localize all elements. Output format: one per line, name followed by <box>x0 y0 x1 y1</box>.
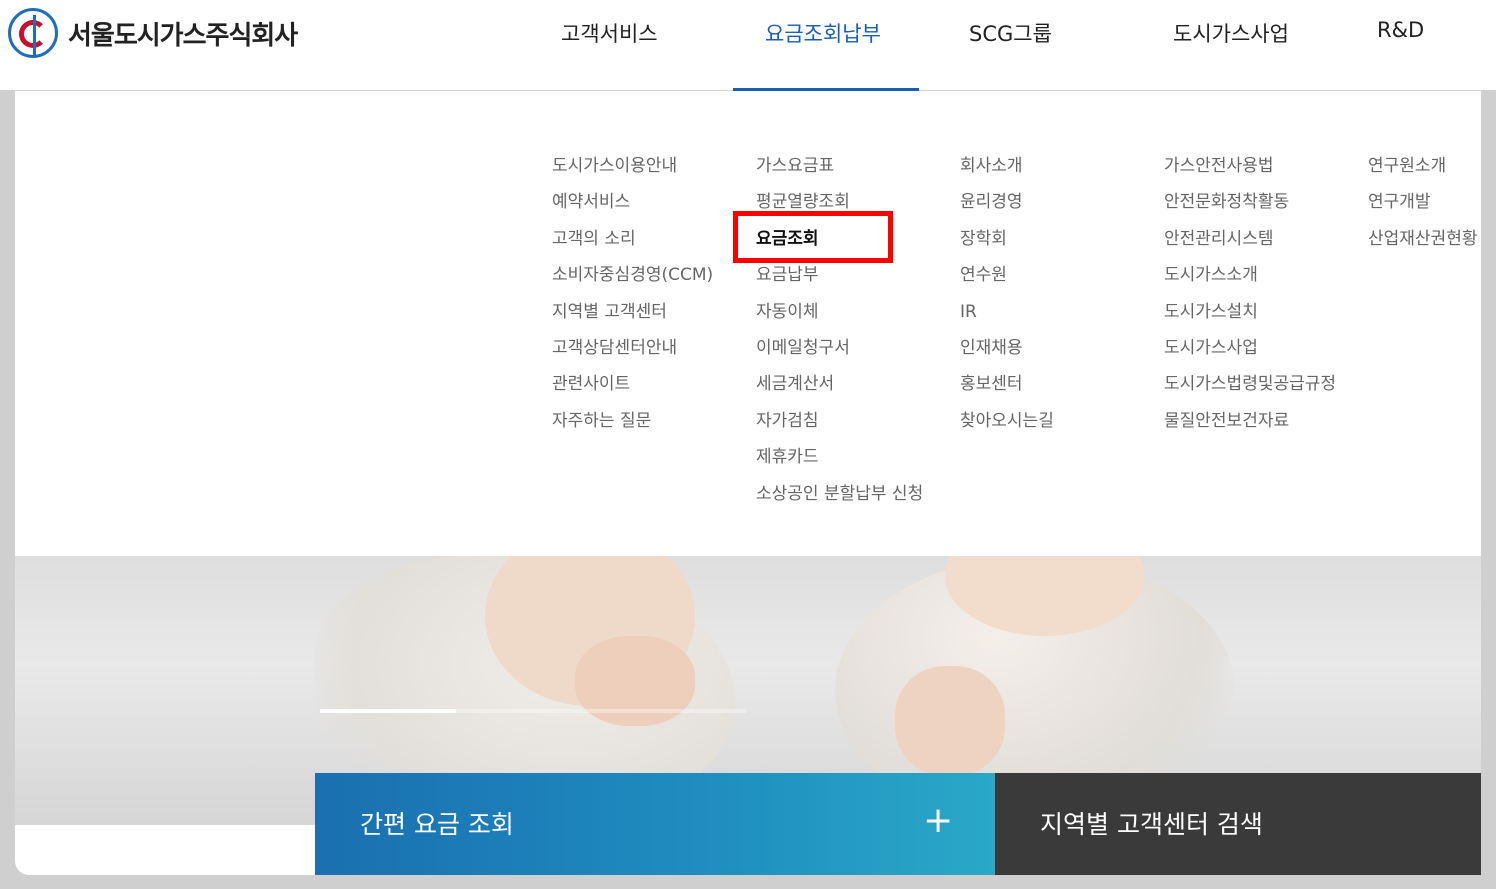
menu-item[interactable]: 윤리경영 <box>960 188 1054 224</box>
quick-fee-lookup-label: 간편 요금 조회 <box>360 810 514 839</box>
global-nav: 고객서비스 요금조회납부 SCG그룹 도시가스사업 R&D <box>0 18 1496 48</box>
menu-item[interactable]: 자주하는 질문 <box>552 407 713 443</box>
menu-item[interactable]: 고객상담센터안내 <box>552 334 713 370</box>
menu-item[interactable]: 소비자중심경영(CCM) <box>552 261 713 297</box>
nav-rnd[interactable]: R&D <box>1377 18 1424 42</box>
nav-active-underline <box>733 88 919 91</box>
menu-column-fee-payment: 가스요금표 평균열량조회 요금조회 요금납부 자동이체 이메일청구서 세금계산서… <box>756 152 923 516</box>
menu-item[interactable]: 세금계산서 <box>756 370 923 406</box>
menu-item[interactable]: 안전문화정착활동 <box>1164 188 1336 224</box>
menu-item[interactable]: 도시가스사업 <box>1164 334 1336 370</box>
menu-item[interactable]: IR <box>960 298 1054 334</box>
menu-item[interactable]: 자가검침 <box>756 407 923 443</box>
menu-item[interactable]: 물질안전보건자료 <box>1164 407 1336 443</box>
page-frame <box>15 15 1481 875</box>
menu-item[interactable]: 제휴카드 <box>756 443 923 479</box>
selected-item-highlight-box <box>733 211 893 263</box>
menu-column-rnd: 연구원소개 연구개발 산업재산권현황 <box>1368 152 1477 261</box>
menu-item[interactable]: 소상공인 분할납부 신청 <box>756 480 923 516</box>
menu-item[interactable]: 장학회 <box>960 225 1054 261</box>
menu-column-customer-service: 도시가스이용안내 예약서비스 고객의 소리 소비자중심경영(CCM) 지역별 고… <box>552 152 713 443</box>
menu-item[interactable]: 도시가스이용안내 <box>552 152 713 188</box>
menu-item[interactable]: 찾아오시는길 <box>960 407 1054 443</box>
menu-item[interactable]: 연구개발 <box>1368 188 1477 224</box>
quick-fee-lookup-panel[interactable]: 간편 요금 조회 + <box>315 773 995 875</box>
slider-active-segment[interactable] <box>320 709 456 713</box>
menu-item[interactable]: 인재채용 <box>960 334 1054 370</box>
menu-item[interactable]: 예약서비스 <box>552 188 713 224</box>
menu-item[interactable]: 도시가스소개 <box>1164 261 1336 297</box>
regional-center-search-panel[interactable]: 지역별 고객센터 검색 <box>995 773 1481 875</box>
nav-fee-payment[interactable]: 요금조회납부 <box>765 18 881 48</box>
menu-item[interactable]: 안전관리시스템 <box>1164 225 1336 261</box>
menu-item[interactable]: 도시가스설치 <box>1164 298 1336 334</box>
menu-item[interactable]: 도시가스법령및공급규정 <box>1164 370 1336 406</box>
menu-item[interactable]: 연수원 <box>960 261 1054 297</box>
menu-column-city-gas-business: 가스안전사용법 안전문화정착활동 안전관리시스템 도시가스소개 도시가스설치 도… <box>1164 152 1336 443</box>
hero-slider-indicator[interactable] <box>320 709 746 713</box>
menu-item[interactable]: 홍보센터 <box>960 370 1054 406</box>
nav-scg-group[interactable]: SCG그룹 <box>969 18 1052 48</box>
menu-item[interactable]: 관련사이트 <box>552 370 713 406</box>
menu-item[interactable]: 지역별 고객센터 <box>552 298 713 334</box>
site-header: 서울도시가스주식회사 고객서비스 요금조회납부 SCG그룹 도시가스사업 R&D <box>0 0 1496 91</box>
menu-item[interactable]: 자동이체 <box>756 298 923 334</box>
menu-item[interactable]: 가스안전사용법 <box>1164 152 1336 188</box>
plus-icon[interactable]: + <box>923 803 953 839</box>
menu-item[interactable]: 고객의 소리 <box>552 225 713 261</box>
menu-item[interactable]: 이메일청구서 <box>756 334 923 370</box>
menu-item[interactable]: 요금납부 <box>756 261 923 297</box>
menu-item[interactable]: 산업재산권현황 <box>1368 225 1477 261</box>
regional-center-search-label: 지역별 고객센터 검색 <box>1040 810 1263 839</box>
menu-item[interactable]: 가스요금표 <box>756 152 923 188</box>
menu-item[interactable]: 회사소개 <box>960 152 1054 188</box>
nav-customer-service[interactable]: 고객서비스 <box>561 18 658 48</box>
menu-item[interactable]: 연구원소개 <box>1368 152 1477 188</box>
nav-city-gas-business[interactable]: 도시가스사업 <box>1173 18 1289 48</box>
menu-column-scg-group: 회사소개 윤리경영 장학회 연수원 IR 인재채용 홍보센터 찾아오시는길 <box>960 152 1054 443</box>
